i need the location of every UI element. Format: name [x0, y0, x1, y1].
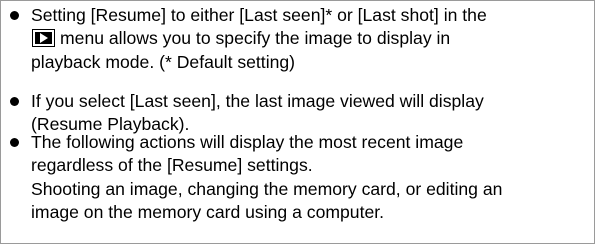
bullet-text-line3: playback mode. (* Default setting) [31, 51, 296, 72]
bullet-dot [10, 97, 19, 106]
info-panel: Setting [Resume] to either [Last seen]* … [0, 0, 595, 244]
bullet-text-line1: Setting [Resume] to either [Last seen]* … [31, 5, 487, 25]
bullet-text: Setting [Resume] to either [Last seen]* … [31, 4, 591, 74]
bullet-dot [10, 11, 19, 20]
bullet-text-line2: menu allows you to specify the image to … [60, 28, 451, 49]
bullet-text: The following actions will display the m… [31, 132, 503, 223]
bullet-text: If you select [Last seen], the last imag… [31, 91, 484, 135]
playback-menu-icon [32, 29, 55, 48]
bullet-dot [10, 138, 19, 147]
